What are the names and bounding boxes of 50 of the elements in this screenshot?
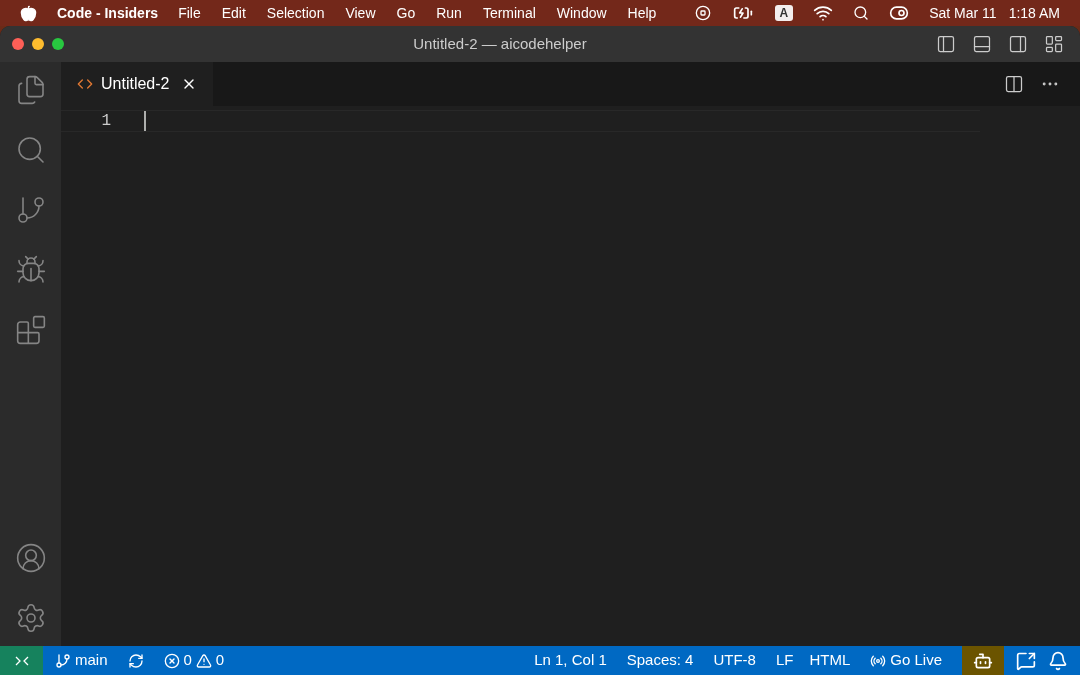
warning-icon [195,652,212,669]
apple-icon[interactable] [20,4,37,22]
menu-item[interactable]: File [178,2,201,24]
copilot-button[interactable] [962,646,1004,675]
menu-item[interactable]: View [345,2,376,24]
cursor-position[interactable]: Ln 1, Col 1 [534,649,607,672]
app-menu[interactable]: Code - Insiders [57,2,159,24]
eol-button[interactable]: LF [775,649,794,672]
layout-icon[interactable] [1044,34,1064,54]
panel-right-icon[interactable] [1008,34,1028,54]
branch-button[interactable]: main [55,649,108,672]
wifi-icon[interactable] [813,3,834,23]
bug-icon[interactable] [14,254,47,286]
minimize-window-button[interactable] [32,38,44,50]
panel-bottom-icon[interactable] [972,34,992,54]
error-icon [163,652,180,669]
input-source-indicator[interactable]: A [774,5,794,21]
indentation-button[interactable]: Spaces: 4 [626,649,694,672]
toggle-icon[interactable] [889,3,910,23]
problems-button[interactable]: 0 0 [163,649,225,672]
language-button[interactable]: HTML [809,649,851,672]
account-icon[interactable] [14,542,47,574]
menu-item[interactable]: Selection [266,2,325,24]
encoding-button[interactable]: UTF-8 [713,649,756,672]
menu-item[interactable]: Terminal [482,2,536,24]
menu-bar-time[interactable]: 1:18 AM [1008,2,1060,24]
code-icon [77,76,93,92]
menu-item[interactable]: Window [556,2,607,24]
text-cursor [144,111,146,131]
close-window-button[interactable] [12,38,24,50]
line-number: 1 [100,111,111,132]
split-editor-icon[interactable] [1004,74,1024,94]
menu-bar-date[interactable]: Sat Mar 11 [929,2,997,24]
menu-item[interactable]: Go [396,2,416,24]
go-live-button[interactable]: Go Live [870,649,942,672]
menu-item[interactable]: Run [436,2,462,24]
menu-item[interactable]: Edit [221,2,246,24]
feedback-icon[interactable] [1016,650,1036,671]
bell-icon[interactable] [1048,650,1068,671]
panel-left-icon[interactable] [936,34,956,54]
search-icon[interactable] [853,5,870,21]
editor-tab[interactable]: Untitled-2 [61,62,214,106]
branch-icon [55,652,71,669]
menu-item[interactable]: Help [627,2,657,24]
extensions-icon[interactable] [14,314,47,346]
window-title: Untitled-2 — aicodehelper [412,33,588,54]
remote-icon [14,655,29,666]
sync-icon[interactable] [127,652,144,669]
zoom-window-button[interactable] [52,38,64,50]
stop-icon[interactable] [694,5,711,21]
